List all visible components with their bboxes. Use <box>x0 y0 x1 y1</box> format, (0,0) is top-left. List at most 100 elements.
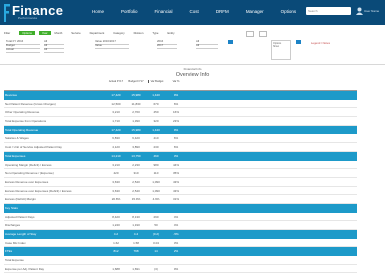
options-panel[interactable]: Options Show <box>271 40 291 60</box>
row-label: Average Length of Stay <box>5 232 37 236</box>
cell-value: 1,390 <box>132 119 140 124</box>
cell-value: 420 <box>113 171 119 176</box>
column-header[interactable]: Var Budget <box>148 80 165 84</box>
table-row[interactable]: Average Length of Stay 4.2 4.4 (0.2) -5% <box>4 230 357 239</box>
cell-value: 1,688 <box>112 266 120 271</box>
cell-value: 6% <box>173 136 179 141</box>
filter-label: Department <box>89 31 105 35</box>
filter-select[interactable]: All <box>44 47 64 53</box>
filter-tag[interactable]: Options <box>19 31 35 35</box>
search-input[interactable]: Search <box>306 7 351 15</box>
table-row[interactable]: Case Mix Index 1.62 1.58 0.04 3% <box>4 239 357 248</box>
app-header: Finance Performance Home Portfolio Finan… <box>0 0 385 25</box>
filter-select[interactable]: All <box>196 43 218 49</box>
nav-cost[interactable]: Cost <box>190 9 199 14</box>
table-row[interactable]: Salaries & Wages 6,830 6,420 410 6% <box>4 134 357 144</box>
cell-value: 13,750 <box>131 153 141 158</box>
row-label: Other Operating Revenue <box>5 110 40 115</box>
user-icon <box>356 7 363 15</box>
cell-value: 14,210 <box>111 153 121 158</box>
cell-value: 15,980 <box>131 93 141 97</box>
table-body: Revenue 17,420 15,980 1,440 9% Net Patient Re… <box>4 91 357 273</box>
cell-value: 3,210 <box>112 110 120 115</box>
row-label: Operating Margin (Deficit) / Excess <box>5 162 52 167</box>
cell-value: 812 <box>113 249 119 254</box>
table-row[interactable]: Expense per Adj. Patient Day 1,688 1,691 (3… <box>4 265 357 273</box>
table-row[interactable]: Excess (Deficit) Margin 20.8% 15.9% 4.9% 31% <box>4 195 357 204</box>
cell-value: 4.4 <box>133 232 139 236</box>
checkbox[interactable] <box>259 31 267 37</box>
table-row[interactable]: Total Operating Revenue 17,420 15,980 1,440… <box>4 125 357 135</box>
cell-value: 320 <box>153 119 159 124</box>
filter-label: Category <box>113 31 125 35</box>
cell-value: 1,440 <box>152 127 160 132</box>
column-header[interactable]: Actual FY17 <box>108 80 124 83</box>
cell-value: 1,440 <box>152 93 160 97</box>
filter-label: Entity <box>167 31 175 35</box>
table-row[interactable]: Total Expense <box>4 256 357 265</box>
cell-value: 44% <box>172 162 179 167</box>
filter-tag[interactable]: Year <box>38 31 51 35</box>
cell-value: 12,500 <box>111 101 121 106</box>
filter-label: Month <box>54 31 63 35</box>
cell-value: 3,210 <box>112 162 120 167</box>
cell-value: 410 <box>153 136 159 141</box>
cell-value: 8,420 <box>112 214 120 219</box>
apply-button[interactable] <box>228 40 233 44</box>
nav-financial[interactable]: Financial <box>155 9 173 14</box>
app-logo[interactable]: Finance Performance <box>4 3 63 23</box>
row-label: Non-Operating Revenue / (Expense) <box>5 171 54 176</box>
table-row[interactable]: Excess Revenue over Expenses 3,630 2,540 1,… <box>4 178 357 187</box>
row-label: Net Patient Revenue (Gross Charges) <box>5 101 56 106</box>
cell-value: 6% <box>173 101 179 106</box>
table-row[interactable]: Operating Margin (Deficit) / Excess 3,210… <box>4 161 357 170</box>
filter-select[interactable]: 2017 <box>157 43 177 49</box>
main-nav: Home Portfolio Financial Cost DRFM Manag… <box>92 9 313 14</box>
table-row[interactable]: Excess Revenue over Expenses (Deficit) /… <box>4 187 357 196</box>
cell-value: 2,540 <box>132 179 140 184</box>
nav-drfm[interactable]: DRFM <box>216 9 229 14</box>
filter-input[interactable]: Value <box>95 43 129 49</box>
filter-button[interactable] <box>296 40 301 44</box>
table-row[interactable]: Non-Operating Revenue / (Expense) 420 310 1… <box>4 169 357 178</box>
table-row[interactable]: Discharges 1,240 1,190 50 4% <box>4 221 357 230</box>
cell-value: 4.2 <box>113 232 119 236</box>
filter-input[interactable]: Actual <box>6 47 40 53</box>
checkbox[interactable] <box>246 31 254 37</box>
row-label: Revenue <box>5 93 18 97</box>
options-show: Show <box>273 45 279 48</box>
cell-value: 6,830 <box>112 136 120 141</box>
table-row[interactable]: Revenue 17,420 15,980 1,440 9% <box>4 91 357 100</box>
table-row[interactable]: Cost / Unit of Service Adjusted Patient … <box>4 143 357 152</box>
cell-value: 290 <box>153 214 159 219</box>
row-label: Adjusted Patient Days <box>5 214 35 219</box>
cell-value: 8,130 <box>132 214 140 219</box>
table-row[interactable]: Net Patient Revenue (Gross Charges) 12,50… <box>4 100 357 109</box>
table-row[interactable]: Key Stats <box>4 203 357 213</box>
cell-value: 1,090 <box>152 188 160 193</box>
table-row[interactable]: Other Operating Revenue 3,210 2,760 450 16% <box>4 108 357 118</box>
filter-label: Filter <box>4 31 11 35</box>
nav-portfolio[interactable]: Portfolio <box>121 9 138 14</box>
nav-options[interactable]: Options <box>281 9 297 14</box>
cell-value: 17,420 <box>111 93 121 97</box>
cell-value: 6,420 <box>132 136 140 141</box>
column-header[interactable]: Budget FY17 <box>128 80 144 83</box>
row-label: Key Stats <box>5 205 18 210</box>
column-header[interactable]: Var % <box>168 80 184 83</box>
legend-link[interactable]: Legend / Notes <box>311 41 330 45</box>
cell-value: (0.2) <box>152 232 160 236</box>
cell-value: (3) <box>154 266 158 271</box>
user-menu[interactable]: User Name <box>356 7 384 15</box>
cell-value: 6% <box>173 145 179 150</box>
nav-manager[interactable]: Manager <box>246 9 264 14</box>
cell-value: 16% <box>172 110 179 115</box>
table-row[interactable]: Adjusted Patient Days 8,420 8,130 290 4% <box>4 213 357 222</box>
nav-home[interactable]: Home <box>92 9 104 14</box>
table-row[interactable]: FTEs 812 798 14 2% <box>4 247 357 257</box>
row-label: FTEs <box>5 249 13 254</box>
table-row[interactable]: Total Expenses 14,210 13,750 460 3% <box>4 151 357 161</box>
cell-value: 11,830 <box>131 101 141 106</box>
table-row[interactable]: Total Expense from Operations 1,710 1,390 3… <box>4 117 357 126</box>
row-label: Discharges <box>5 223 21 228</box>
